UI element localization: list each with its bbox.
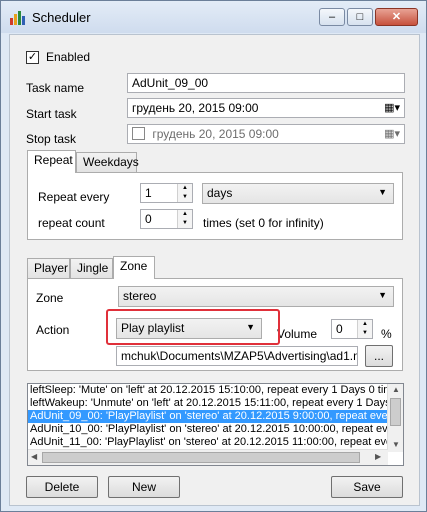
stop-task-label: Stop task	[26, 132, 77, 146]
calendar-icon[interactable]: ▦▾	[384, 127, 400, 140]
tab-player[interactable]: Player	[27, 258, 70, 278]
events-list[interactable]: leftSleep: 'Mute' on 'left' at 20.12.201…	[27, 383, 404, 466]
repeat-unit-value: days	[207, 186, 233, 200]
stop-task-checkbox[interactable]	[132, 127, 145, 140]
playlist-path-input[interactable]: mchuk\Documents\MZAP5\Advertising\ad1.m3…	[116, 346, 358, 366]
repeat-panel: Repeat every 1 ▲ ▼ days ▼ repeat count 0 …	[27, 172, 403, 240]
client-area: ✓ Enabled Task name AdUnit_09_00 Start t…	[9, 34, 420, 506]
repeat-count-spinner[interactable]: 0 ▲ ▼	[140, 209, 193, 229]
tab-weekdays[interactable]: Weekdays	[76, 152, 139, 172]
repeat-count-value: 0	[145, 212, 152, 226]
list-item[interactable]: leftSleep: 'Mute' on 'left' at 20.12.201…	[28, 384, 403, 397]
volume-unit: %	[381, 327, 392, 341]
save-button[interactable]: Save	[331, 476, 403, 498]
browse-button[interactable]: ...	[365, 345, 393, 367]
list-item[interactable]: AdUnit_09_00: 'PlayPlaylist' on 'stereo'…	[28, 410, 403, 423]
stop-task-picker[interactable]: грудень 20, 2015 09:00 ▦▾	[127, 124, 405, 144]
calendar-icon[interactable]: ▦▾	[384, 101, 400, 114]
volume-value: 0	[336, 322, 343, 336]
tab-jingle[interactable]: Jingle	[70, 258, 113, 278]
volume-label: Volume	[277, 327, 318, 341]
delete-button[interactable]: Delete	[26, 476, 98, 498]
horizontal-scrollbar[interactable]: ◀ ▶	[28, 449, 388, 465]
zone-select[interactable]: stereo ▼	[118, 286, 394, 307]
scroll-left-icon[interactable]: ◀	[31, 452, 37, 461]
spin-up-down-icon[interactable]: ▲ ▼	[177, 184, 192, 202]
action-label: Action	[36, 323, 70, 337]
spin-up-down-icon[interactable]: ▲ ▼	[177, 210, 192, 228]
stop-task-value: грудень 20, 2015 09:00	[152, 127, 279, 141]
window-title: Scheduler	[32, 10, 91, 25]
repeat-every-label: Repeat every	[38, 190, 110, 204]
enabled-label: Enabled	[46, 50, 91, 64]
chevron-down-icon: ▼	[378, 290, 387, 300]
horizontal-scroll-thumb[interactable]	[42, 452, 360, 463]
start-task-label: Start task	[26, 107, 77, 121]
zone-label: Zone	[36, 291, 64, 305]
maximize-button[interactable]: □	[347, 8, 373, 26]
chevron-down-icon: ▼	[378, 187, 387, 197]
spin-up-down-icon[interactable]: ▲ ▼	[357, 320, 372, 338]
volume-spinner[interactable]: 0 ▲ ▼	[331, 319, 373, 339]
app-icon	[10, 11, 25, 25]
scroll-up-icon[interactable]: ▲	[392, 385, 400, 394]
close-button[interactable]: ✕	[375, 8, 418, 26]
events-rows: leftSleep: 'Mute' on 'left' at 20.12.201…	[28, 384, 403, 449]
repeat-unit-select[interactable]: days ▼	[202, 183, 394, 204]
repeat-count-label: repeat count	[38, 216, 105, 230]
repeat-count-hint: times (set 0 for infinity)	[203, 216, 324, 230]
title-bar[interactable]: Scheduler – □ ✕	[1, 1, 426, 33]
vertical-scrollbar[interactable]: ▲ ▼	[387, 384, 403, 452]
scroll-right-icon[interactable]: ▶	[375, 452, 381, 461]
list-item[interactable]: AdUnit_10_00: 'PlayPlaylist' on 'stereo'…	[28, 423, 403, 436]
task-name-label: Task name	[26, 81, 85, 95]
minimize-button[interactable]: –	[319, 8, 345, 26]
list-item[interactable]: leftWakeup: 'Unmute' on 'left' at 20.12.…	[28, 397, 403, 410]
scheduler-window: Scheduler – □ ✕ ✓ Enabled Task name AdUn…	[0, 0, 427, 512]
zone-value: stereo	[123, 289, 157, 303]
repeat-every-spinner[interactable]: 1 ▲ ▼	[140, 183, 193, 203]
start-task-picker[interactable]: грудень 20, 2015 09:00 ▦▾	[127, 98, 405, 118]
list-item[interactable]: AdUnit_11_00: 'PlayPlaylist' on 'stereo'…	[28, 436, 403, 449]
tab-repeat[interactable]: Repeat	[27, 150, 76, 173]
task-name-input[interactable]: AdUnit_09_00	[127, 73, 405, 93]
new-button[interactable]: New	[108, 476, 180, 498]
enabled-checkbox[interactable]: ✓	[26, 51, 39, 64]
tab-zone[interactable]: Zone	[113, 256, 155, 279]
start-task-value: грудень 20, 2015 09:00	[132, 101, 259, 115]
action-highlight-box	[106, 309, 280, 345]
vertical-scroll-thumb[interactable]	[390, 398, 401, 426]
scroll-down-icon[interactable]: ▼	[392, 440, 400, 449]
repeat-every-value: 1	[145, 186, 152, 200]
